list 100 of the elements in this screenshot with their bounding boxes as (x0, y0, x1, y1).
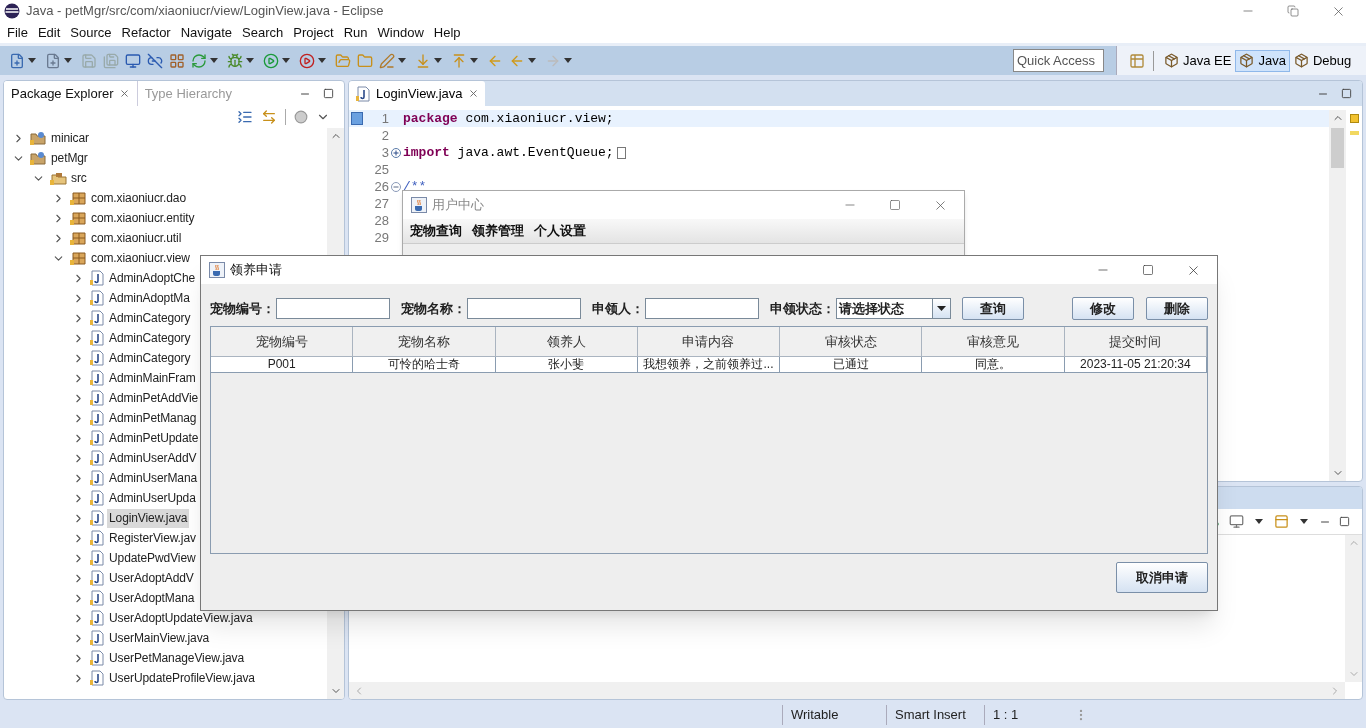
quick-access-field[interactable]: Quick Access (1013, 49, 1104, 72)
grid-icon[interactable] (169, 52, 185, 69)
caret-icon[interactable] (564, 58, 572, 63)
caret-icon[interactable] (28, 58, 36, 63)
caret-icon[interactable] (434, 58, 442, 63)
new-file-icon[interactable] (9, 52, 25, 69)
tree-item[interactable]: AdminPetManag (107, 408, 199, 428)
tree-item[interactable]: minicar (49, 128, 91, 148)
tree-item[interactable]: UserAdoptMana (107, 588, 197, 608)
menu-item[interactable]: Search (237, 22, 289, 43)
caret-icon[interactable] (64, 58, 72, 63)
tree-item[interactable]: com.xiaoniucr.entity (89, 208, 197, 228)
monitor-icon[interactable] (125, 52, 141, 69)
menu-item[interactable]: File (2, 22, 33, 43)
vertical-scrollbar[interactable] (1329, 110, 1346, 481)
column-header[interactable]: 审核状态 (780, 327, 923, 357)
tree-item[interactable]: com.xiaoniucr.view (89, 248, 192, 268)
tree-item[interactable]: UserAdoptAddV (107, 568, 196, 588)
tree-item[interactable]: UpdatePwdView (107, 548, 198, 568)
tree-item[interactable]: UserAdoptUpdateView.java (107, 608, 255, 628)
maximize-view-icon[interactable] (1341, 88, 1352, 99)
tree-item[interactable]: AdminCategory (107, 328, 193, 348)
overview-marker[interactable] (1349, 131, 1359, 135)
tree-item[interactable]: AdminUserMana (107, 468, 200, 488)
column-header[interactable]: 宠物名称 (353, 327, 496, 357)
tree-item[interactable]: AdminMainFram (107, 368, 198, 388)
action-button[interactable]: 删除 (1146, 297, 1208, 320)
run-tools-icon[interactable] (299, 52, 315, 69)
action-button[interactable]: 修改 (1072, 297, 1134, 320)
menu-item[interactable]: Run (338, 22, 373, 43)
filter-field[interactable] (645, 298, 759, 319)
caret-icon[interactable] (1300, 519, 1308, 524)
menu-item[interactable]: Window (372, 22, 429, 43)
maximize-icon[interactable] (1142, 264, 1154, 276)
cancel-application-button[interactable]: 取消申请 (1116, 562, 1208, 593)
filter-field[interactable] (276, 298, 390, 319)
tree-item[interactable]: AdminCategory (107, 348, 193, 368)
caret-icon[interactable] (398, 58, 406, 63)
tree-item[interactable]: AdminAdoptMa (107, 288, 192, 308)
expand-fold-icon[interactable] (391, 147, 401, 158)
caret-icon[interactable] (318, 58, 326, 63)
view-tab[interactable]: Package Explorer (4, 81, 138, 106)
collapse-fold-icon[interactable] (391, 181, 401, 192)
menu-item[interactable]: Refactor (116, 22, 176, 43)
menu-item[interactable]: 领养管理 (467, 221, 529, 241)
caret-icon[interactable] (246, 58, 254, 63)
column-header[interactable]: 提交时间 (1064, 327, 1207, 357)
tree-item[interactable]: LoginView.java (107, 508, 190, 528)
menu-item[interactable]: Help (428, 22, 466, 43)
search-button[interactable]: 查询 (962, 297, 1024, 320)
caret-icon[interactable] (528, 58, 536, 63)
tree-item[interactable]: AdminCategory (107, 308, 193, 328)
tree-item[interactable]: UserUpdateProfileView.java (107, 668, 257, 688)
tree-item[interactable]: com.xiaoniucr.dao (89, 188, 189, 208)
caret-icon[interactable] (282, 58, 290, 63)
tree-item[interactable]: petMgr (49, 148, 90, 168)
editor-tab[interactable]: LoginView.java (349, 81, 485, 106)
column-header[interactable]: 审核意见 (922, 327, 1065, 357)
maximize-icon[interactable] (889, 199, 901, 211)
caret-icon[interactable] (210, 58, 218, 63)
menu-item[interactable]: 宠物查询 (405, 221, 467, 241)
open-perspective-icon[interactable] (1129, 52, 1145, 69)
filter-field[interactable] (467, 298, 581, 319)
menu-item[interactable]: 个人设置 (529, 221, 591, 241)
caret-icon[interactable] (937, 306, 946, 311)
menu-item[interactable]: Edit (32, 22, 66, 43)
column-header[interactable]: 领养人 (495, 327, 638, 357)
unlink-icon[interactable] (147, 52, 163, 69)
open-console-icon[interactable] (1274, 514, 1289, 529)
status-dropdown[interactable]: 请选择状态 (836, 298, 951, 319)
menu-item[interactable]: Source (65, 22, 117, 43)
caret-icon[interactable] (1255, 519, 1263, 524)
tree-item[interactable]: AdminPetAddVie (107, 388, 201, 408)
column-header[interactable]: 申请内容 (637, 327, 781, 357)
column-header[interactable]: 宠物编号 (211, 327, 354, 357)
tree-item[interactable]: AdminUserUpda (107, 488, 198, 508)
perspective-button[interactable]: Debug (1289, 49, 1356, 72)
tree-item[interactable]: src (69, 168, 89, 188)
link-editor-icon[interactable] (261, 109, 277, 125)
display-icon[interactable] (1229, 514, 1244, 529)
close-tab-icon[interactable] (467, 88, 479, 99)
close-tab-icon[interactable] (118, 88, 130, 99)
maximize-view-icon[interactable] (1339, 516, 1350, 527)
tree-item[interactable]: AdminUserAddV (107, 448, 199, 468)
maximize-view-icon[interactable] (323, 88, 334, 99)
tree-item[interactable]: RegisterView.jav (107, 528, 198, 548)
tree-item[interactable]: com.xiaoniucr.util (89, 228, 184, 248)
collapse-all-icon[interactable] (237, 109, 253, 125)
perspective-button[interactable]: Java EE (1160, 49, 1236, 72)
folded-code-marker[interactable] (616, 146, 626, 159)
menu-item[interactable]: Navigate (175, 22, 237, 43)
menu-item[interactable]: Project (288, 22, 339, 43)
tree-item[interactable]: AdminPetUpdate (107, 428, 201, 448)
tree-item[interactable]: UserPetManageView.java (107, 648, 246, 668)
perspective-button[interactable]: Java (1235, 49, 1290, 72)
restore-icon[interactable] (1287, 5, 1299, 17)
tree-item[interactable]: AdminAdoptChe (107, 268, 198, 288)
overview-marker[interactable] (1349, 114, 1359, 123)
caret-icon[interactable] (470, 58, 478, 63)
tree-item[interactable]: UserMainView.java (107, 628, 212, 648)
